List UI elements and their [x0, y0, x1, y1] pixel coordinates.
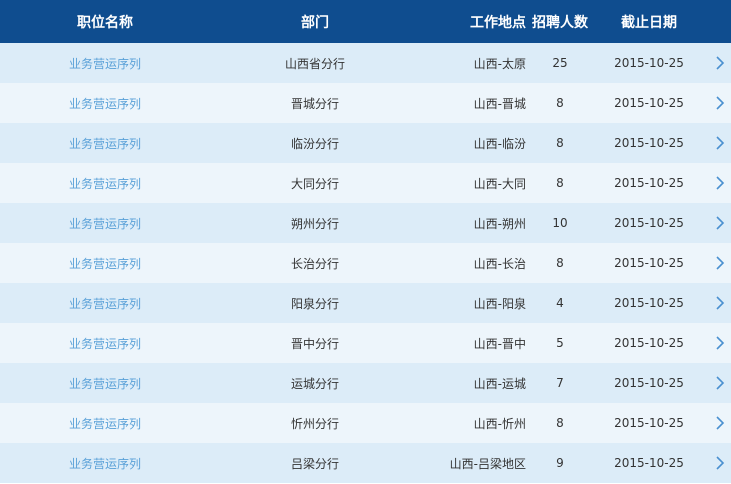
location-cell: 山西-晋中 — [473, 336, 526, 351]
department-cell: 运城分行 — [290, 376, 339, 391]
table-row[interactable]: 业务营运序列 晋中分行 山西-晋中 5 2015-10-25 — [0, 323, 731, 363]
table-row[interactable]: 业务营运序列 长治分行 山西-长治 8 2015-10-25 — [0, 243, 731, 283]
department-cell: 晋城分行 — [290, 96, 339, 111]
position-link[interactable]: 业务营运序列 — [0, 43, 210, 83]
table-row[interactable]: 业务营运序列 阳泉分行 山西-阳泉 4 2015-10-25 — [0, 283, 731, 323]
deadline-cell: 2015-10-25 — [614, 256, 684, 270]
department-cell: 山西省分行 — [284, 56, 345, 71]
deadline-cell: 2015-10-25 — [614, 416, 684, 430]
column-header-count: 招聘人数 — [532, 14, 588, 31]
chevron-right-icon[interactable] — [708, 83, 731, 123]
deadline-cell: 2015-10-25 — [614, 216, 684, 230]
column-header-department: 部门 — [301, 14, 329, 31]
location-cell: 山西-忻州 — [473, 416, 526, 431]
column-header-position: 职位名称 — [77, 14, 133, 31]
count-cell: 5 — [556, 336, 564, 350]
count-cell: 8 — [556, 416, 564, 430]
table-header: 职位名称 部门 工作地点 招聘人数 截止日期 — [0, 0, 731, 43]
chevron-right-icon[interactable] — [708, 243, 731, 283]
position-link[interactable]: 业务营运序列 — [0, 243, 210, 283]
location-cell: 山西-阳泉 — [473, 296, 526, 311]
chevron-right-icon[interactable] — [708, 43, 731, 83]
location-cell: 山西-朔州 — [473, 216, 526, 231]
position-link[interactable]: 业务营运序列 — [0, 403, 210, 443]
deadline-cell: 2015-10-25 — [614, 136, 684, 150]
chevron-right-icon[interactable] — [708, 283, 731, 323]
position-link[interactable]: 业务营运序列 — [0, 363, 210, 403]
chevron-right-icon[interactable] — [708, 203, 731, 243]
job-listing-table: 职位名称 部门 工作地点 招聘人数 截止日期 业务营运序列 山西省分行 山西-太原 2… — [0, 0, 731, 484]
table-row[interactable]: 业务营运序列 吕梁分行 山西-吕梁地区 9 2015-10-25 — [0, 443, 731, 483]
deadline-cell: 2015-10-25 — [614, 456, 684, 470]
position-link[interactable]: 业务营运序列 — [0, 283, 210, 323]
department-cell: 阳泉分行 — [290, 296, 339, 311]
chevron-right-icon[interactable] — [708, 403, 731, 443]
count-cell: 8 — [556, 256, 564, 270]
table-row[interactable]: 业务营运序列 运城分行 山西-运城 7 2015-10-25 — [0, 363, 731, 403]
count-cell: 10 — [552, 216, 568, 230]
position-link[interactable]: 业务营运序列 — [0, 443, 210, 483]
location-cell: 山西-临汾 — [473, 136, 526, 151]
position-link[interactable]: 业务营运序列 — [0, 323, 210, 363]
count-cell: 8 — [556, 176, 564, 190]
deadline-cell: 2015-10-25 — [614, 176, 684, 190]
location-cell: 山西-长治 — [473, 256, 526, 271]
location-cell: 山西-晋城 — [473, 96, 526, 111]
department-cell: 大同分行 — [290, 176, 339, 191]
table-row[interactable]: 业务营运序列 山西省分行 山西-太原 25 2015-10-25 — [0, 43, 731, 83]
position-link[interactable]: 业务营运序列 — [0, 163, 210, 203]
table-row[interactable]: 业务营运序列 晋城分行 山西-晋城 8 2015-10-25 — [0, 83, 731, 123]
chevron-right-icon[interactable] — [708, 163, 731, 203]
department-cell: 临汾分行 — [290, 136, 339, 151]
department-cell: 朔州分行 — [290, 216, 339, 231]
position-link[interactable]: 业务营运序列 — [0, 123, 210, 163]
chevron-right-icon[interactable] — [708, 363, 731, 403]
count-cell: 7 — [556, 376, 564, 390]
deadline-cell: 2015-10-25 — [614, 56, 684, 70]
department-cell: 晋中分行 — [290, 336, 339, 351]
count-cell: 25 — [552, 56, 568, 70]
location-cell: 山西-大同 — [473, 176, 526, 191]
column-header-location: 工作地点 — [470, 14, 526, 31]
count-cell: 8 — [556, 136, 564, 150]
location-cell: 山西-运城 — [473, 376, 526, 391]
count-cell: 8 — [556, 96, 564, 110]
table-row[interactable]: 业务营运序列 临汾分行 山西-临汾 8 2015-10-25 — [0, 123, 731, 163]
deadline-cell: 2015-10-25 — [614, 96, 684, 110]
position-link[interactable]: 业务营运序列 — [0, 203, 210, 243]
department-cell: 吕梁分行 — [290, 456, 339, 471]
deadline-cell: 2015-10-25 — [614, 296, 684, 310]
table-row[interactable]: 业务营运序列 朔州分行 山西-朔州 10 2015-10-25 — [0, 203, 731, 243]
count-cell: 4 — [556, 296, 564, 310]
position-link[interactable]: 业务营运序列 — [0, 83, 210, 123]
chevron-right-icon[interactable] — [708, 323, 731, 363]
deadline-cell: 2015-10-25 — [614, 376, 684, 390]
table-row[interactable]: 业务营运序列 忻州分行 山西-忻州 8 2015-10-25 — [0, 403, 731, 443]
count-cell: 9 — [556, 456, 564, 470]
table-row[interactable]: 业务营运序列 大同分行 山西-大同 8 2015-10-25 — [0, 163, 731, 203]
chevron-right-icon[interactable] — [708, 123, 731, 163]
chevron-right-icon[interactable] — [708, 443, 731, 483]
department-cell: 忻州分行 — [290, 416, 339, 431]
location-cell: 山西-吕梁地区 — [449, 456, 526, 471]
department-cell: 长治分行 — [290, 256, 339, 271]
location-cell: 山西-太原 — [473, 56, 526, 71]
column-header-deadline: 截止日期 — [621, 14, 677, 31]
deadline-cell: 2015-10-25 — [614, 336, 684, 350]
